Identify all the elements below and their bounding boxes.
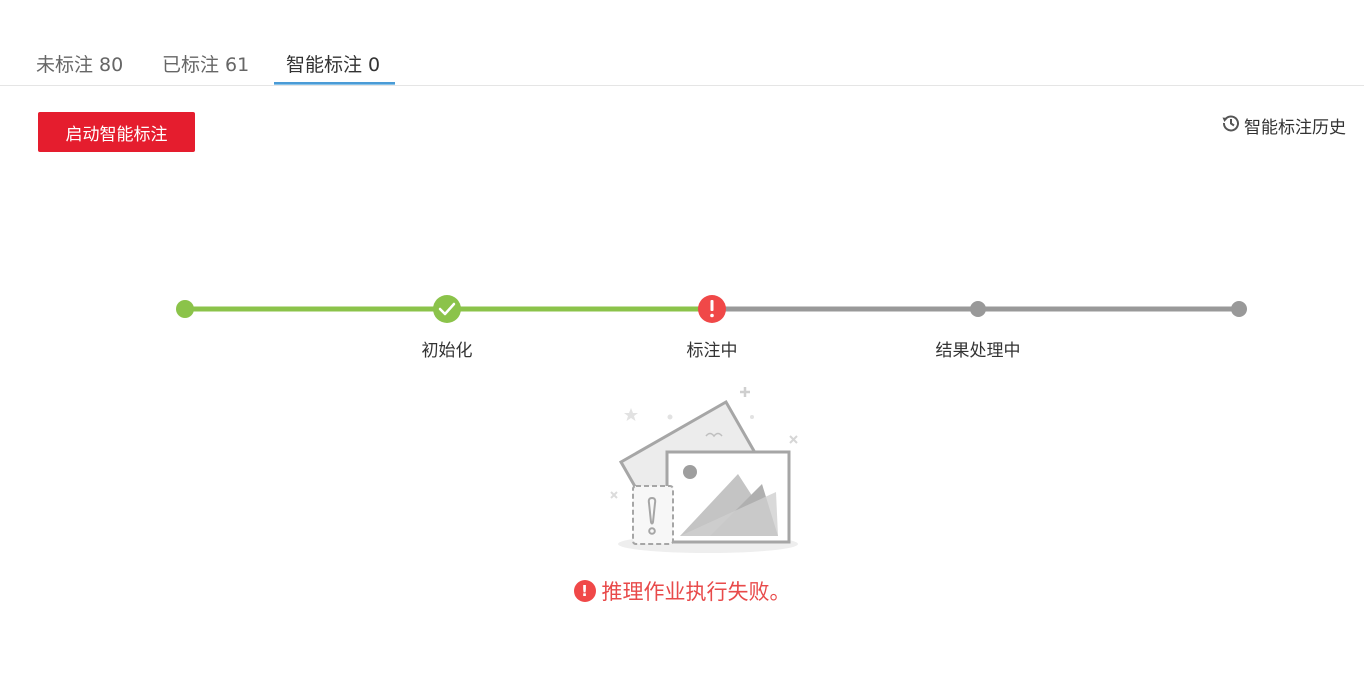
step-label-result-processing: 结果处理中 xyxy=(935,341,1021,361)
step-result-processing-dot xyxy=(970,301,986,317)
error-message: ! 推理作业执行失败。 xyxy=(0,576,1364,606)
progress-steps: 初始化 标注中 结果处理中 xyxy=(0,0,1364,380)
step-labeling-error-icon xyxy=(698,295,726,323)
failure-illustration xyxy=(600,380,810,560)
error-icon: ! xyxy=(573,580,596,602)
step-initialize-check-icon xyxy=(433,295,461,323)
error-text: 推理作业执行失败。 xyxy=(601,580,791,604)
step-label-initialize: 初始化 xyxy=(421,341,473,361)
step-end-dot xyxy=(1231,301,1247,317)
step-label-labeling: 标注中 xyxy=(686,341,738,361)
step-start-dot xyxy=(176,300,194,318)
